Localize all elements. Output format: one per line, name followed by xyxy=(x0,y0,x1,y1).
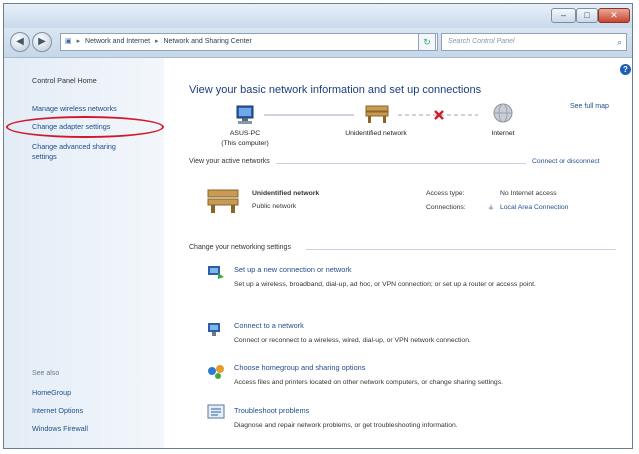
see-also-label: See also xyxy=(32,370,60,377)
internet-label: Internet xyxy=(491,130,515,137)
address-field[interactable]: ▣ ▸ Network and Internet ▸ Network and S… xyxy=(60,33,438,51)
minimize-button[interactable]: – xyxy=(551,8,576,23)
task-setup-connection-desc: Set up a wireless, broadband, dial-up, a… xyxy=(234,281,536,288)
map-line-computer-network xyxy=(264,114,354,116)
sidebar-control-panel-home[interactable]: Control Panel Home xyxy=(32,76,97,85)
highlight-oval xyxy=(6,116,164,138)
network-name: Unidentified network xyxy=(252,190,320,197)
see-full-map-link[interactable]: See full map xyxy=(570,103,609,110)
forward-button[interactable]: ▶ xyxy=(32,32,52,52)
breadcrumb-separator: ▸ xyxy=(76,38,81,45)
control-panel-icon: ▣ xyxy=(65,38,72,45)
sidebar-link-internet-options[interactable]: Internet Options xyxy=(32,406,83,415)
change-settings-label: Change your networking settings xyxy=(189,244,291,251)
task-connect-network-desc: Connect or reconnect to a wireless, wire… xyxy=(234,337,471,344)
search-icon[interactable]: ⌕ xyxy=(617,34,622,50)
search-input[interactable]: Search Control Panel ⌕ xyxy=(441,33,627,51)
new-connection-icon xyxy=(208,266,224,279)
breadcrumb-network-and-internet[interactable]: Network and Internet xyxy=(85,38,150,45)
page-title: View your basic network information and … xyxy=(189,84,482,96)
help-icon[interactable]: ? xyxy=(620,64,631,75)
unidentified-network-label: Unidentified network xyxy=(345,130,407,137)
network-adapter-icon: ⚶ xyxy=(488,204,494,211)
close-button[interactable]: ✕ xyxy=(598,8,630,23)
access-type-label: Access type: xyxy=(426,190,465,197)
connect-network-icon xyxy=(208,323,220,336)
sidebar-link-manage-wireless[interactable]: Manage wireless networks xyxy=(32,104,117,113)
task-troubleshoot-desc: Diagnose and repair network problems, or… xyxy=(234,422,458,429)
refresh-icon: ↻ xyxy=(423,37,431,47)
homegroup-icon xyxy=(208,365,224,379)
sidebar-link-homegroup[interactable]: HomeGroup xyxy=(32,388,71,397)
computer-sub-label: (This computer) xyxy=(221,140,269,147)
computer-icon xyxy=(236,105,254,124)
breadcrumb-network-and-sharing-center[interactable]: Network and Sharing Center xyxy=(163,38,251,45)
sidebar-link-change-advanced-sharing-cont[interactable]: settings xyxy=(32,152,57,161)
task-troubleshoot-link[interactable]: Troubleshoot problems xyxy=(234,406,309,415)
active-networks-label: View your active networks xyxy=(189,158,270,165)
network-sharing-center-window: – □ ✕ ◀ ▶ ▣ ▸ Network and Internet ▸ Net… xyxy=(3,3,633,449)
red-x-icon xyxy=(434,110,444,120)
computer-name-label: ASUS-PC xyxy=(229,130,261,137)
access-type-value: No Internet access xyxy=(500,190,557,197)
connections-label: Connections: xyxy=(426,204,466,211)
breadcrumb-separator: ▸ xyxy=(154,38,159,45)
local-area-connection-link[interactable]: Local Area Connection xyxy=(500,204,568,211)
back-button[interactable]: ◀ xyxy=(10,32,30,52)
task-setup-connection-link[interactable]: Set up a new connection or network xyxy=(234,265,352,274)
sidebar-link-windows-firewall[interactable]: Windows Firewall xyxy=(32,424,88,433)
search-placeholder: Search Control Panel xyxy=(448,38,515,45)
title-bar: – □ ✕ xyxy=(4,4,632,28)
network-type-link[interactable]: Public network xyxy=(252,203,296,210)
sidebar-link-change-advanced-sharing[interactable]: Change advanced sharing xyxy=(32,142,116,151)
task-homegroup-link[interactable]: Choose homegroup and sharing options xyxy=(234,363,365,372)
connect-disconnect-link[interactable]: Connect or disconnect xyxy=(532,158,600,165)
task-connect-network-link[interactable]: Connect to a network xyxy=(234,321,304,330)
bench-network-icon xyxy=(365,105,389,123)
bench-network-icon xyxy=(207,189,239,213)
address-toolbar: ◀ ▶ ▣ ▸ Network and Internet ▸ Network a… xyxy=(4,28,632,58)
maximize-button[interactable]: □ xyxy=(576,8,598,23)
refresh-button[interactable]: ↻ xyxy=(418,33,436,51)
task-homegroup-desc: Access files and printers located on oth… xyxy=(234,379,503,386)
divider xyxy=(276,163,526,164)
back-icon: ◀ xyxy=(16,36,24,47)
troubleshoot-icon xyxy=(207,404,225,419)
globe-icon xyxy=(493,103,513,123)
forward-icon: ▶ xyxy=(38,36,46,47)
divider xyxy=(306,249,616,250)
main-content: ? View your basic network information an… xyxy=(164,58,632,448)
